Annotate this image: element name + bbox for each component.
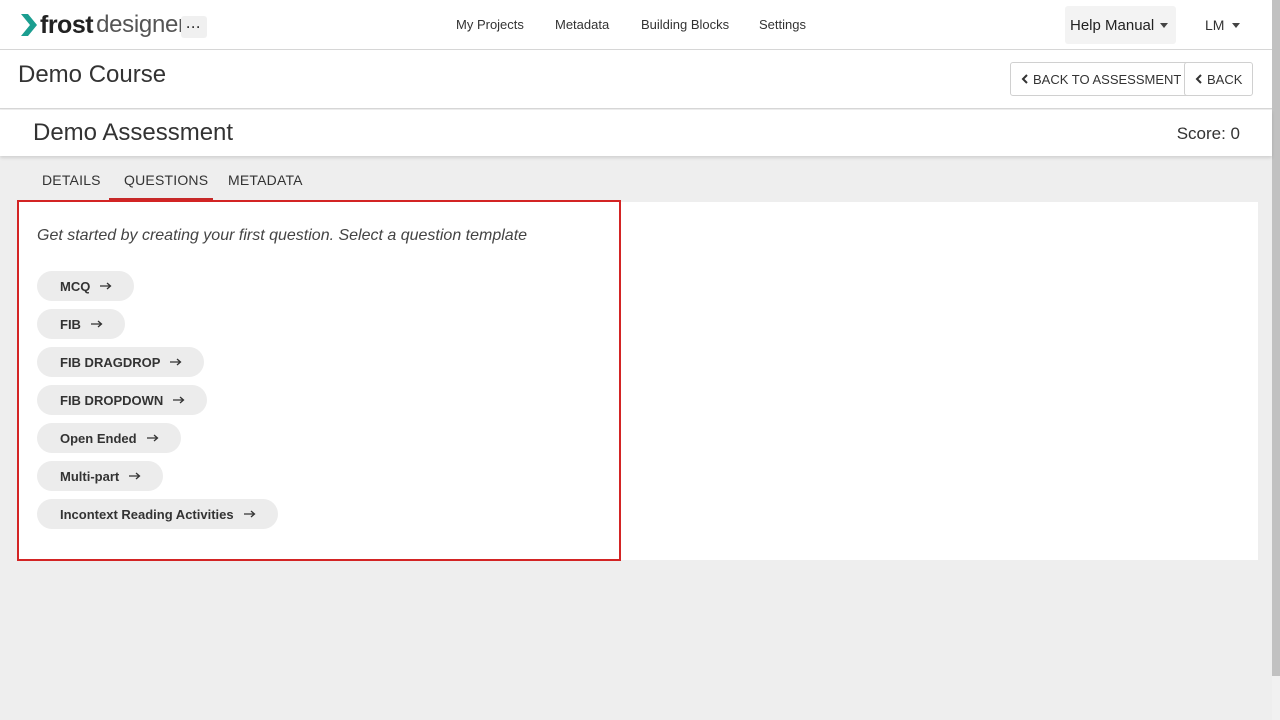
- template-multi-part-button[interactable]: Multi-part: [37, 461, 164, 491]
- frost-designer-logo[interactable]: frost designer: [20, 10, 186, 39]
- template-label: Incontext Reading Activities: [60, 506, 234, 522]
- chevron-left-icon: [1021, 74, 1028, 84]
- arrow-right-icon: [146, 434, 159, 442]
- score-display: Score: 0: [1176, 124, 1240, 143]
- arrow-right-icon: [129, 472, 141, 480]
- course-header: Demo Course BACK TO ASSESSMENT BACK: [0, 50, 1272, 109]
- chevron-left-icon: [1195, 74, 1202, 84]
- template-open-ended-button[interactable]: Open Ended: [37, 423, 181, 453]
- tab-metadata[interactable]: METADATA: [228, 172, 303, 188]
- template-fib-dropdown-button[interactable]: FIB DROPDOWN: [37, 385, 208, 415]
- assessment-header: Demo Assessment Score: 0: [0, 110, 1272, 156]
- help-manual-label: Help Manual: [1070, 16, 1155, 34]
- assessment-title: Demo Assessment: [33, 119, 234, 146]
- arrow-right-icon: [90, 320, 103, 328]
- nav-settings[interactable]: Settings: [759, 17, 806, 32]
- arrow-right-icon: [170, 358, 182, 366]
- template-label: FIB: [60, 316, 81, 332]
- back-to-assessment-label: BACK TO ASSESSMENT: [1033, 71, 1182, 87]
- logo-text-designer: designer: [96, 11, 186, 38]
- template-fib-button[interactable]: FIB: [37, 309, 125, 339]
- user-initials: LM: [1205, 17, 1225, 33]
- template-incontext-reading-button[interactable]: Incontext Reading Activities: [37, 499, 278, 529]
- scrollbar-thumb[interactable]: [1272, 0, 1280, 676]
- back-to-assessment-button[interactable]: BACK TO ASSESSMENT: [1010, 62, 1193, 96]
- arrow-right-icon: [173, 396, 185, 404]
- logo-chevron-icon: [21, 14, 37, 36]
- top-navbar: frost designer ··· My Projects Metadata …: [0, 0, 1272, 50]
- template-label: Multi-part: [60, 468, 120, 484]
- more-menu-button[interactable]: ···: [181, 16, 207, 38]
- nav-my-projects[interactable]: My Projects: [456, 17, 524, 32]
- help-manual-dropdown[interactable]: Help Manual: [1065, 6, 1176, 44]
- caret-down-icon: [1232, 22, 1241, 28]
- back-button[interactable]: BACK: [1184, 62, 1254, 96]
- template-label: Open Ended: [60, 430, 137, 446]
- tab-details[interactable]: DETAILS: [42, 172, 101, 188]
- template-mcq-button[interactable]: MCQ: [37, 271, 135, 301]
- arrow-right-icon: [243, 510, 256, 518]
- nav-building-blocks[interactable]: Building Blocks: [641, 17, 729, 32]
- arrow-right-icon: [100, 282, 112, 290]
- user-menu-dropdown[interactable]: LM: [1205, 17, 1241, 33]
- template-label: FIB DRAGDROP: [60, 354, 161, 370]
- template-label: FIB DROPDOWN: [60, 392, 164, 408]
- logo-text-frost: frost: [40, 10, 94, 39]
- template-fib-dragdrop-button[interactable]: FIB DRAGDROP: [37, 347, 205, 377]
- course-title: Demo Course: [18, 61, 167, 88]
- back-label: BACK: [1207, 71, 1243, 87]
- tab-questions[interactable]: QUESTIONS: [124, 172, 208, 188]
- nav-metadata[interactable]: Metadata: [555, 17, 609, 32]
- caret-down-icon: [1160, 22, 1169, 28]
- questions-intro-text: Get started by creating your first quest…: [37, 227, 528, 244]
- template-label: MCQ: [60, 278, 91, 294]
